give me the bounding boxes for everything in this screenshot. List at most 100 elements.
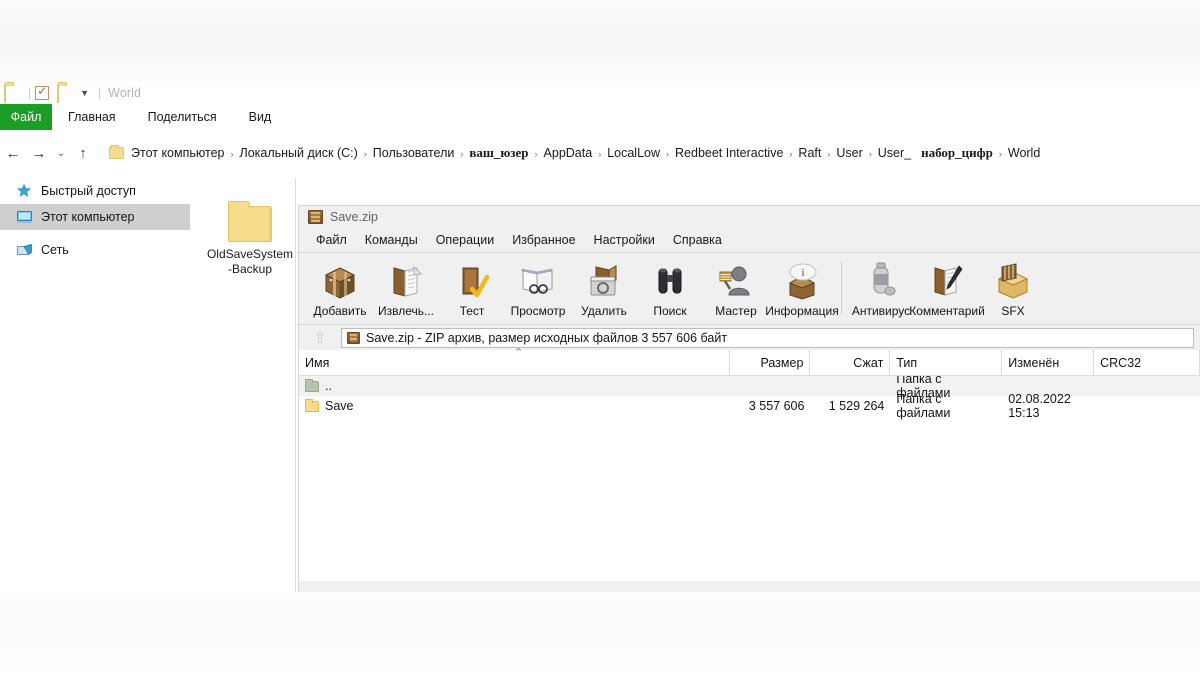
view-icon xyxy=(516,261,560,301)
forward-button[interactable]: → xyxy=(26,140,52,166)
column-header-crc32[interactable]: CRC32 xyxy=(1094,350,1200,375)
cell-name: .. xyxy=(299,378,731,393)
winrar-address-text: Save.zip - ZIP архив, размер исходных фа… xyxy=(366,330,728,345)
sort-ascending-icon: ⌃ xyxy=(514,347,524,359)
toolbar-button-sfx[interactable]: SFX xyxy=(980,257,1046,323)
breadcrumb-item[interactable]: ваш_юзер xyxy=(464,145,533,160)
toolbar-label: Удалить xyxy=(581,304,627,318)
extract-icon xyxy=(384,261,428,301)
folder-icon xyxy=(305,398,319,412)
chevron-down-icon[interactable]: ▼ xyxy=(80,88,89,98)
menu-item-file[interactable]: Файл xyxy=(307,233,356,247)
menu-item-operations[interactable]: Операции xyxy=(427,233,503,247)
test-icon xyxy=(450,261,494,301)
sidebar-item-network[interactable]: Сеть xyxy=(0,237,190,263)
parent-folder-icon xyxy=(305,378,319,392)
list-item[interactable]: OldSaveSystem-Backup xyxy=(204,201,296,277)
find-binoculars-icon xyxy=(648,261,692,301)
explorer-quick-access-bar: | ▼ | World xyxy=(0,82,1200,104)
winrar-address-box[interactable]: Save.zip - ZIP архив, размер исходных фа… xyxy=(341,327,1194,348)
breadcrumb-item[interactable]: World xyxy=(1003,146,1045,160)
sidebar-item-quick-access[interactable]: Быстрый доступ xyxy=(0,178,190,204)
cell-type: Папка с файлами xyxy=(896,392,951,420)
sidebar-item-label: Сеть xyxy=(41,243,69,257)
breadcrumb-item[interactable]: Raft xyxy=(793,146,826,160)
column-header-name[interactable]: ⌃ Имя xyxy=(299,347,731,375)
column-label: Размер xyxy=(760,355,804,370)
column-header-type[interactable]: Тип xyxy=(890,350,1003,375)
column-header-modified[interactable]: Изменён xyxy=(1002,350,1095,375)
cell-size: 3 557 606 xyxy=(748,399,805,413)
address-bar: ← → ⌄ ↑ Этот компьютер › Локальный диск (C… xyxy=(0,136,1200,170)
toolbar-label: Добавить xyxy=(313,304,367,318)
bottom-blank-area xyxy=(0,592,1200,675)
archive-icon xyxy=(347,331,360,344)
breadcrumb-item[interactable]: Локальный диск (C:) xyxy=(234,146,362,160)
sidebar-item-this-pc[interactable]: Этот компьютер xyxy=(0,204,190,230)
content-pane: OldSaveSystem-Backup xyxy=(196,178,296,592)
screenshot-root: | ▼ | World Файл Главная Поделиться Вид … xyxy=(0,0,1200,675)
winrar-title-bar[interactable]: Save.zip xyxy=(299,206,1200,228)
cell-packed: 1 529 264 xyxy=(828,399,885,413)
sfx-icon xyxy=(991,261,1035,301)
breadcrumb-item[interactable]: Redbeet Interactive xyxy=(670,146,788,160)
toolbar-button-antivirus[interactable]: Антивирус xyxy=(848,257,914,323)
breadcrumb[interactable]: Этот компьютер › Локальный диск (C:) › Польз… xyxy=(102,141,1200,165)
table-row[interactable]: Save 3 557 606 1 529 264 Папка с файлами… xyxy=(299,392,1200,420)
new-folder-icon[interactable] xyxy=(57,84,73,103)
archive-icon xyxy=(308,210,323,224)
cell-modified: 02.08.2022 15:13 xyxy=(1008,392,1071,420)
toolbar-label: Антивирус xyxy=(851,304,911,318)
toolbar-button-test[interactable]: Тест xyxy=(439,257,505,323)
menu-item-options[interactable]: Настройки xyxy=(585,233,664,247)
winrar-title: Save.zip xyxy=(330,210,378,224)
toolbar-button-add[interactable]: Добавить xyxy=(307,257,373,323)
tab-view[interactable]: Вид xyxy=(233,104,288,130)
up-button[interactable]: ↑ xyxy=(70,140,96,166)
column-header-packed[interactable]: Сжат xyxy=(810,350,891,375)
toolbar-label: Поиск xyxy=(653,304,687,318)
menu-item-help[interactable]: Справка xyxy=(664,233,731,247)
back-button[interactable]: ← xyxy=(0,140,26,166)
breadcrumb-item[interactable]: User xyxy=(831,146,867,160)
column-label: Тип xyxy=(896,355,918,370)
menu-item-commands[interactable]: Команды xyxy=(356,233,427,247)
up-folder-icon[interactable]: ⇧ xyxy=(305,328,335,348)
top-blank-area xyxy=(0,0,1200,82)
winrar-window: Save.zip Файл Команды Операции Избранное… xyxy=(298,205,1200,592)
tab-share[interactable]: Поделиться xyxy=(132,104,233,130)
breadcrumb-item[interactable]: AppData xyxy=(539,146,598,160)
column-label: CRC32 xyxy=(1100,355,1142,370)
tab-home[interactable]: Главная xyxy=(52,104,132,130)
recent-locations-button[interactable]: ⌄ xyxy=(52,140,70,166)
breadcrumb-item[interactable]: User_ xyxy=(873,146,916,160)
toolbar-button-delete[interactable]: Удалить xyxy=(571,257,637,323)
toolbar-label: Мастер xyxy=(715,304,757,318)
toolbar-separator xyxy=(841,261,842,315)
computer-icon xyxy=(16,209,34,225)
svg-text:i: i xyxy=(801,267,804,279)
column-label: Имя xyxy=(305,355,330,370)
column-label: Сжат xyxy=(853,355,884,370)
toolbar-label: SFX xyxy=(1001,304,1025,318)
breadcrumb-item[interactable]: Пользователи xyxy=(368,146,460,160)
breadcrumb-item[interactable]: Этот компьютер xyxy=(126,146,229,160)
properties-checkbox-icon[interactable] xyxy=(35,84,50,100)
toolbar-button-view[interactable]: Просмотр xyxy=(505,257,571,323)
folder-icon[interactable] xyxy=(4,84,20,103)
breadcrumb-item[interactable]: набор_цифр xyxy=(916,145,998,160)
star-icon xyxy=(16,183,34,199)
comment-icon xyxy=(925,261,969,301)
toolbar-button-extract[interactable]: Извлечь... xyxy=(373,257,439,323)
list-item-label: OldSaveSystem-Backup xyxy=(206,247,294,276)
menu-item-favorites[interactable]: Избранное xyxy=(503,233,584,247)
tab-file[interactable]: Файл xyxy=(0,104,52,130)
toolbar-button-wizard[interactable]: Мастер xyxy=(703,257,769,323)
row-name: .. xyxy=(325,379,332,393)
column-header-size[interactable]: Размер xyxy=(730,350,811,375)
breadcrumb-item[interactable]: LocalLow xyxy=(602,146,665,160)
toolbar-button-comment[interactable]: Комментарий xyxy=(909,257,985,323)
toolbar-label: Информация xyxy=(765,304,839,318)
toolbar-button-info[interactable]: i Информация xyxy=(765,257,839,323)
toolbar-button-find[interactable]: Поиск xyxy=(637,257,703,323)
